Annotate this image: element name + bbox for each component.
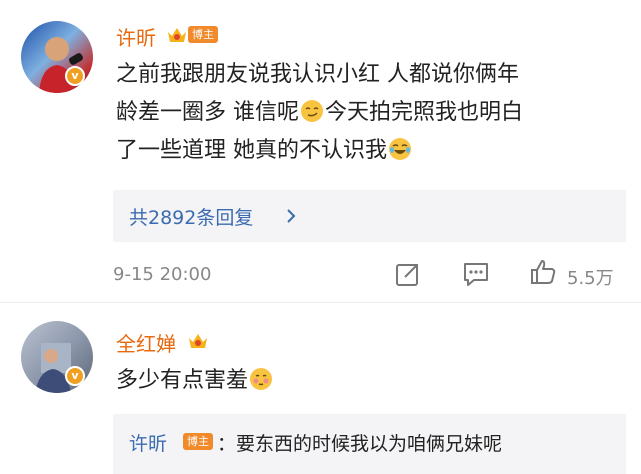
divider (0, 302, 641, 303)
share-icon[interactable] (395, 261, 421, 287)
verified-badge-icon: v (65, 366, 85, 386)
crown-icon (189, 334, 207, 348)
chevron-right-icon (287, 209, 296, 223)
view-replies-link[interactable]: 共2892条回复 (129, 203, 253, 230)
smirk-emoji-icon (301, 100, 323, 122)
comment-username[interactable]: 许昕 (116, 22, 156, 51)
shy-emoji-icon (250, 368, 273, 390)
comment-text-segment: 多少有点害羞 (116, 368, 249, 393)
comment-text-line: 了一些道理 她真的不认识我 (116, 132, 626, 170)
like-icon[interactable] (529, 258, 557, 286)
verified-badge-icon: v (65, 66, 85, 86)
reply-username[interactable]: 许昕 (129, 429, 167, 456)
comment-text: 多少有点害羞 (116, 362, 274, 400)
comment-text-line: 之前我跟朋友说我认识小红 人都说你俩年 (116, 62, 519, 87)
comment-text-segment: 了一些道理 她真的不认识我 (116, 138, 387, 163)
reply-text: ：要东西的时候我以为咱俩兄妹呢 (217, 433, 503, 455)
laugh-cry-emoji-icon (389, 138, 411, 160)
comment-text: 之前我跟朋友说我认识小红 人都说你俩年 龄差一圈多 谁信呢 今天拍完照我也明白 了… (116, 56, 626, 170)
blogger-tag: 博主 (183, 433, 213, 450)
replies-box[interactable]: 共2892条回复 (113, 190, 626, 242)
comment-text-segment: 龄差一圈多 谁信呢 (116, 100, 299, 125)
comment-icon[interactable] (462, 261, 490, 287)
crown-icon (168, 28, 186, 42)
comment-username[interactable]: 全红婵 (116, 328, 176, 357)
comment-text-line: 龄差一圈多 谁信呢 今天拍完照我也明白 (116, 94, 626, 132)
like-count: 5.5万 (567, 268, 614, 289)
reply-preview[interactable]: 许昕 博主 ：要东西的时候我以为咱俩兄妹呢 (113, 414, 626, 474)
comment-text-segment: 今天拍完照我也明白 (325, 100, 524, 125)
blogger-tag: 博主 (188, 26, 218, 43)
comment-time: 9-15 20:00 (113, 264, 212, 285)
